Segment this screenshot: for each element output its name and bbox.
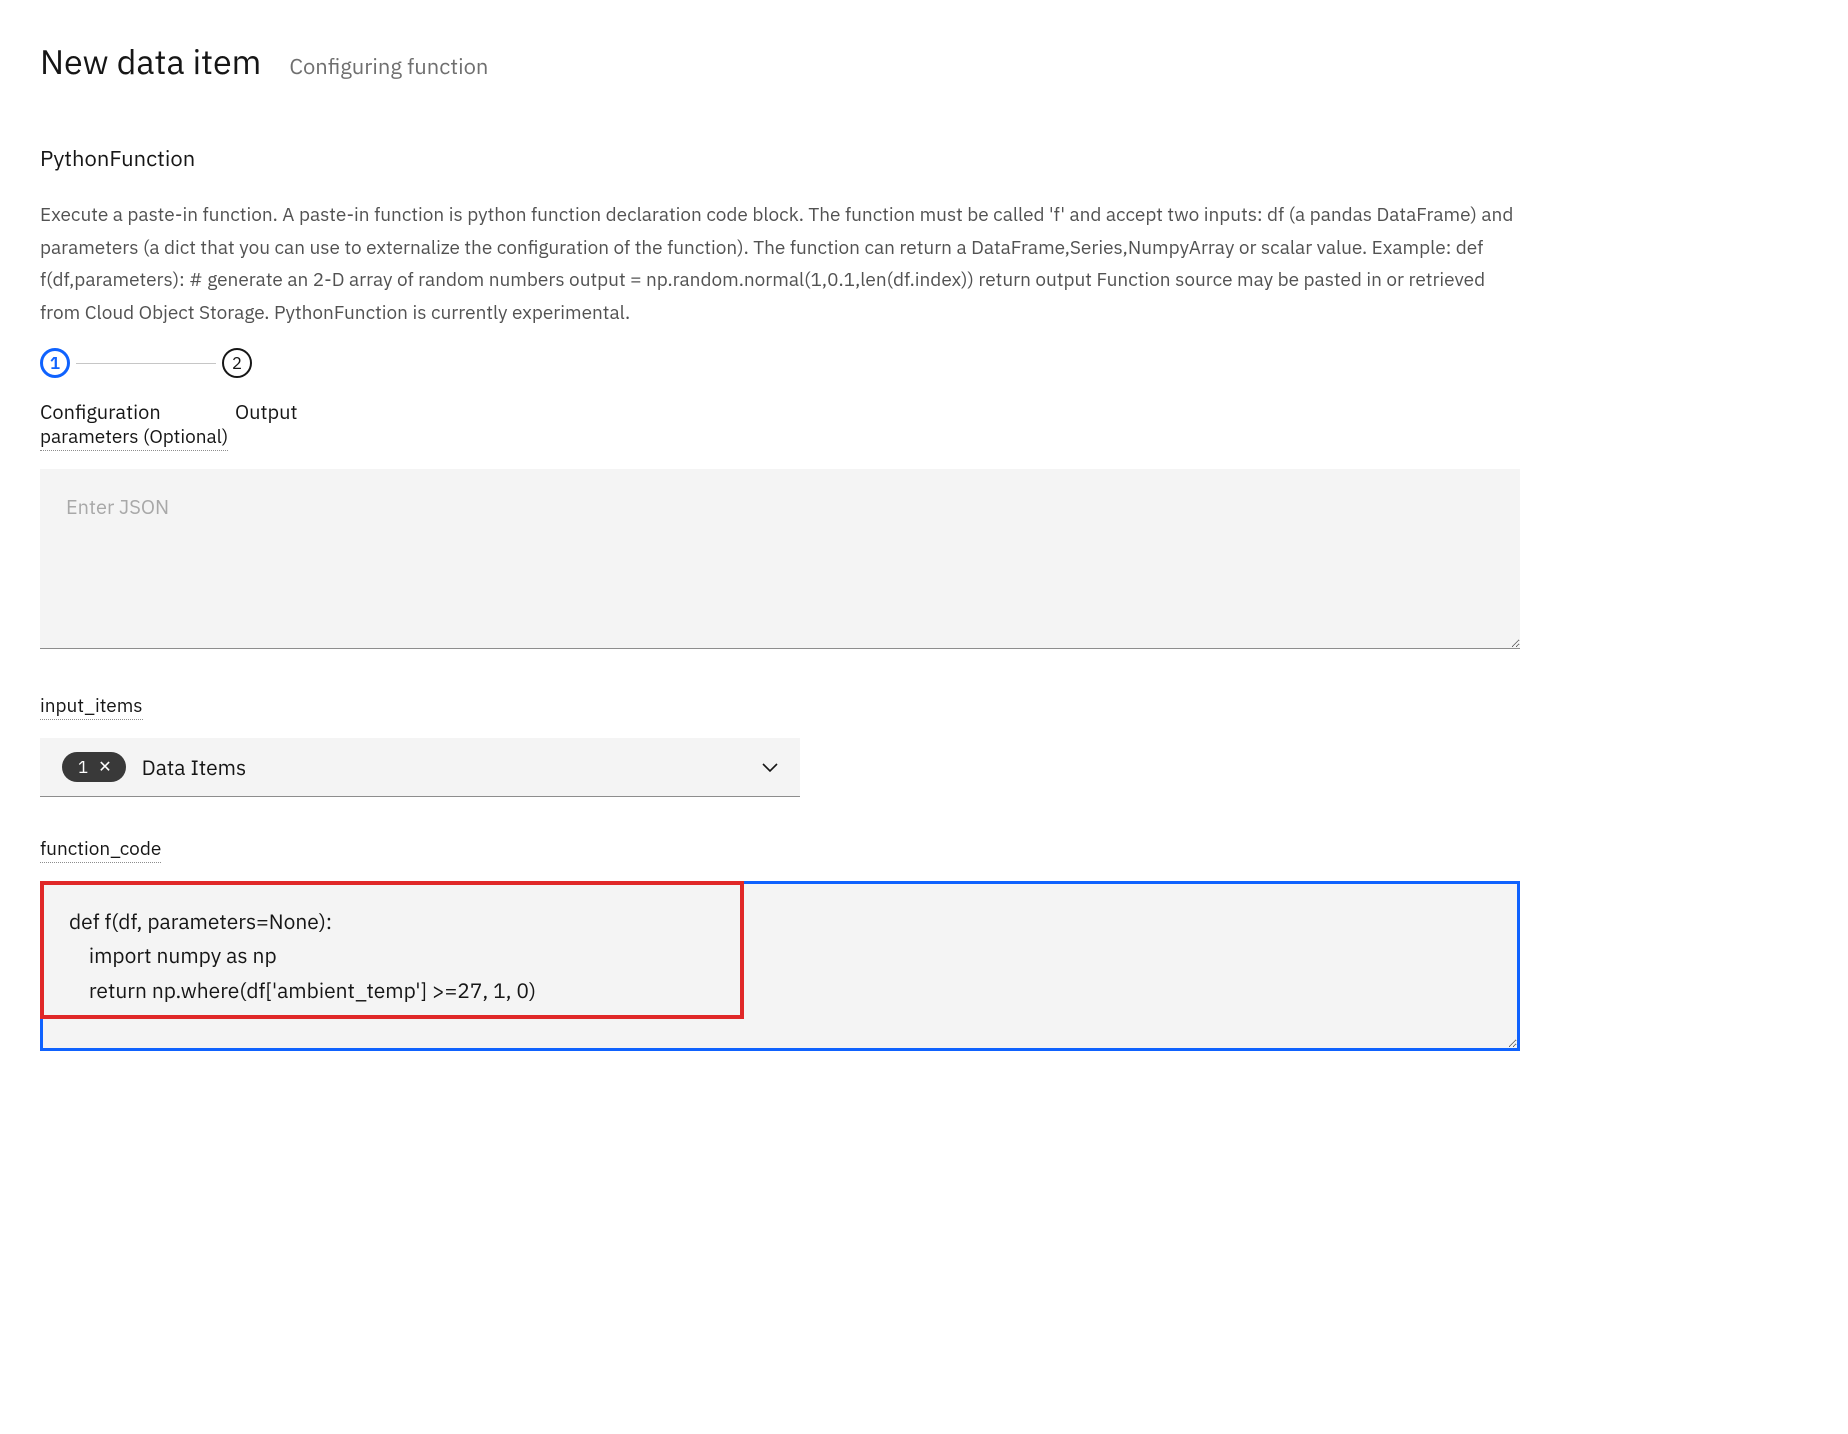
page-subtitle: Configuring function xyxy=(289,52,488,81)
page-header: New data item Configuring function xyxy=(40,40,1520,84)
page-title: New data item xyxy=(40,40,261,84)
step-2-label: Output xyxy=(235,398,298,425)
step-connector xyxy=(76,363,216,364)
input-items-label: input_items xyxy=(40,694,143,720)
chip-count: 1 xyxy=(78,756,88,778)
close-icon[interactable]: ✕ xyxy=(98,759,111,775)
dropdown-text: Data Items xyxy=(142,753,746,781)
function-description: Execute a paste-in function. A paste-in … xyxy=(40,199,1520,330)
function-code-label: function_code xyxy=(40,837,161,863)
step-2-circle[interactable]: 2 xyxy=(222,348,252,378)
parameters-label: parameters (Optional) xyxy=(40,425,228,451)
function-name: PythonFunction xyxy=(40,144,1520,173)
stepper: 1 2 Configuration Output xyxy=(40,348,1520,425)
chevron-down-icon[interactable] xyxy=(762,755,778,778)
step-1-label: Configuration xyxy=(40,398,235,425)
function-code-input[interactable] xyxy=(40,881,1520,1051)
parameters-input[interactable] xyxy=(40,469,1520,649)
input-items-dropdown[interactable]: 1 ✕ Data Items xyxy=(40,738,800,797)
step-1-circle[interactable]: 1 xyxy=(40,348,70,378)
input-items-chip: 1 ✕ xyxy=(62,752,126,782)
